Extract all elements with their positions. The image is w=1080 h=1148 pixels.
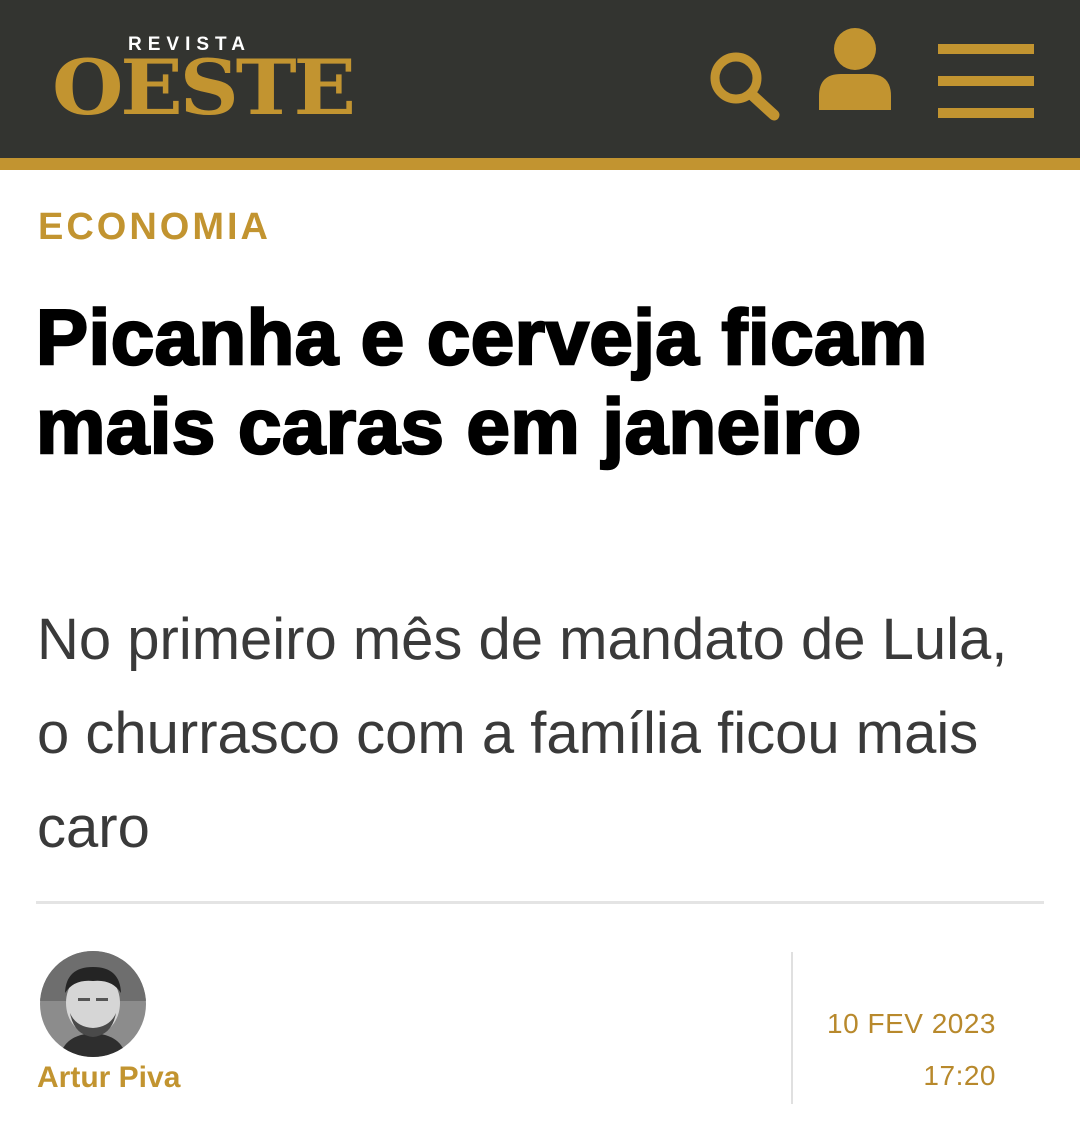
divider xyxy=(36,901,1044,904)
menu-button[interactable] xyxy=(936,44,1036,118)
user-icon xyxy=(819,28,891,110)
publish-date: 10 FEV 2023 xyxy=(827,1008,996,1039)
article-subtitle: No primeiro mês de mandato de Lula, o ch… xyxy=(37,607,1008,860)
publish-time: 17:20 xyxy=(923,1060,996,1091)
logo-oeste-text: OESTE xyxy=(52,43,356,132)
vertical-divider xyxy=(791,952,793,1104)
account-button[interactable] xyxy=(814,26,894,112)
author-avatar[interactable] xyxy=(40,951,146,1057)
search-button[interactable] xyxy=(704,48,784,122)
site-logo[interactable]: REVISTA OESTE xyxy=(52,34,356,130)
search-icon xyxy=(710,52,780,121)
category-label[interactable]: ECONOMIA xyxy=(38,206,271,249)
top-header: REVISTA OESTE xyxy=(0,0,1080,170)
hamburger-menu-icon xyxy=(938,44,1034,118)
article-headline: Picanha e cerveja ficam mais caras em ja… xyxy=(35,292,929,472)
author-name[interactable]: Artur Piva xyxy=(37,1061,180,1095)
